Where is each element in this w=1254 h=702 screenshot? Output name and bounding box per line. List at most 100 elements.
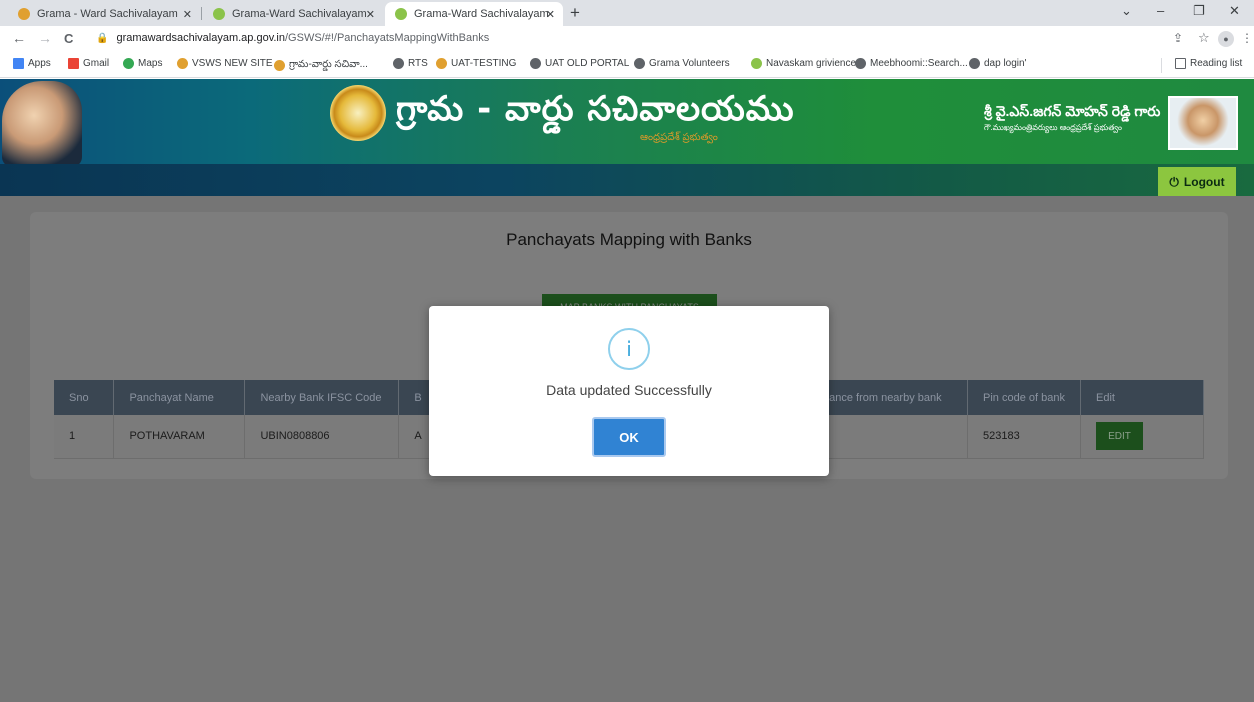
- url-host: gramawardsachivalayam.ap.gov.in: [116, 32, 285, 44]
- leader-photo: [2, 81, 82, 167]
- bookmark-uat-old-portal[interactable]: UAT OLD PORTAL: [530, 58, 629, 69]
- close-tab-icon[interactable]: ✕: [183, 8, 192, 21]
- bookmark-grama-volunteers[interactable]: Grama Volunteers: [634, 58, 730, 69]
- column-header-edit: Edit: [1080, 380, 1205, 415]
- site-header: గ్రామ - వార్డు సచివాలయము ఆంధ్రప్రదేశ్ ప్…: [0, 79, 1254, 196]
- info-icon: i: [608, 328, 650, 370]
- bookmark-vsws-new-site[interactable]: VSWS NEW SITE: [177, 58, 273, 69]
- power-icon: ⏻: [1169, 174, 1179, 189]
- globe-icon: [634, 58, 645, 69]
- reading-list-icon: [1175, 58, 1186, 69]
- back-button[interactable]: ←: [12, 30, 26, 46]
- close-tab-icon[interactable]: ✕: [546, 8, 555, 21]
- success-dialog: i Data updated Successfully OK: [429, 306, 829, 476]
- column-header-pincode: Pin code of bank: [967, 380, 1081, 415]
- close-tab-icon[interactable]: ✕: [366, 8, 375, 21]
- tab-search-icon[interactable]: ⌄: [1121, 3, 1132, 19]
- reading-list-button[interactable]: Reading list: [1175, 58, 1242, 69]
- cm-designation: గౌ.ముఖ్యమంత్రివర్యులు ఆంధ్రప్రదేశ్ ప్రభు…: [984, 123, 1122, 132]
- globe-icon: [393, 58, 404, 69]
- bookmark-label: VSWS NEW SITE: [192, 58, 273, 69]
- bookmark-star-icon[interactable]: ☆: [1198, 30, 1210, 46]
- site-subtitle: ఆంధ్రప్రదేశ్ ప్రభుత్వం: [640, 132, 718, 143]
- site-favicon-icon: [177, 58, 188, 69]
- ap-emblem-logo: [330, 85, 386, 141]
- maximize-button[interactable]: ❐: [1193, 3, 1205, 19]
- bookmark-label: UAT-TESTING: [451, 58, 517, 69]
- site-favicon-icon: [213, 8, 225, 20]
- site-title: గ్రామ - వార్డు సచివాలయము: [396, 89, 795, 129]
- reload-button[interactable]: C: [64, 31, 73, 46]
- cell-sno: 1: [54, 415, 115, 459]
- bookmark-label: Grama Volunteers: [649, 58, 730, 69]
- dialog-message: Data updated Successfully: [546, 382, 712, 398]
- url-path: /GSWS/#!/PanchayatsMappingWithBanks: [285, 32, 490, 44]
- bookmark-label: గ్రామ-వార్డు సచివా...: [289, 59, 368, 70]
- cell-ifsc: UBIN0808806: [244, 415, 400, 459]
- page-title: Panchayats Mapping with Banks: [506, 230, 752, 249]
- reading-list-label: Reading list: [1190, 58, 1243, 69]
- site-favicon-icon: [18, 8, 30, 20]
- cell-pincode: 523183: [967, 415, 1081, 459]
- site-favicon-icon: [436, 58, 447, 69]
- cm-photo: [1168, 96, 1238, 150]
- tab-title: Grama-Ward Sachivalayam: [414, 8, 549, 20]
- cell-panchayat-name: POTHAVARAM: [113, 415, 246, 459]
- edit-button[interactable]: EDIT: [1095, 422, 1143, 451]
- tab-separator: [201, 7, 202, 20]
- close-window-button[interactable]: ✕: [1229, 3, 1240, 19]
- bookmark-grama-ward-telugu[interactable]: గ్రామ-వార్డు సచివా...: [274, 58, 368, 72]
- share-icon[interactable]: ⇪: [1173, 31, 1183, 45]
- logout-label: Logout: [1183, 175, 1225, 189]
- bookmark-dap-login[interactable]: dap login': [969, 58, 1027, 69]
- site-favicon-icon: [751, 58, 762, 69]
- url-field[interactable]: 🔒 gramawardsachivalayam.ap.gov.in/GSWS/#!…: [96, 32, 489, 44]
- bookmark-uat-testing[interactable]: UAT-TESTING: [436, 58, 516, 69]
- lock-icon: 🔒: [96, 33, 109, 44]
- bookmark-label: Meebhoomi::Search...: [870, 58, 968, 69]
- bookmark-label: RTS: [408, 58, 428, 69]
- bookmark-rts[interactable]: RTS: [393, 58, 428, 69]
- browser-menu-icon[interactable]: ⋮: [1241, 31, 1253, 45]
- bookmark-meebhoomi[interactable]: Meebhoomi::Search...: [855, 58, 968, 69]
- new-tab-button[interactable]: +: [570, 3, 580, 23]
- cm-name: శ్రీ వై.ఎస్.జగన్ మోహన్ రెడ్డి గారు: [984, 103, 1161, 119]
- header-band: [0, 164, 1254, 196]
- site-favicon-icon: [274, 59, 285, 71]
- cell-distance: [813, 415, 969, 459]
- browser-tab-2[interactable]: Grama-Ward Sachivalayam ✕: [203, 2, 383, 26]
- site-favicon-icon: [395, 8, 407, 20]
- forward-button[interactable]: →: [38, 30, 52, 46]
- bookmark-navaskam-grivience[interactable]: Navaskam grivience: [751, 58, 856, 69]
- bookmark-label: Maps: [138, 58, 163, 69]
- bookmark-label: Gmail: [83, 58, 110, 69]
- cell-edit: EDIT: [1080, 415, 1205, 459]
- column-header-ifsc: Nearby Bank IFSC Code: [244, 380, 400, 415]
- apps-grid-icon: [13, 58, 24, 69]
- bookmark-label: Navaskam grivience: [766, 58, 857, 69]
- column-header-sno: Sno: [54, 380, 115, 415]
- column-header-distance: ance from nearby bank: [813, 380, 969, 415]
- bookmark-apps[interactable]: Apps: [13, 58, 51, 69]
- column-header-panchayat-name: Panchayat Name: [113, 380, 246, 415]
- gmail-icon: [68, 58, 79, 69]
- bookmarks-bar: Apps Gmail Maps VSWS NEW SITE గ్రామ-వార్…: [0, 52, 1254, 78]
- browser-tab-1[interactable]: Grama - Ward Sachivalayam ✕: [8, 2, 200, 26]
- tab-title: Grama - Ward Sachivalayam: [37, 8, 178, 20]
- address-bar-row: ← → C 🔒 gramawardsachivalayam.ap.gov.in/G…: [0, 26, 1254, 52]
- minimize-button[interactable]: –: [1157, 3, 1164, 18]
- bookmark-label: dap login': [984, 58, 1027, 69]
- globe-icon: [530, 58, 541, 69]
- logout-button[interactable]: ⏻ Logout: [1158, 167, 1236, 197]
- browser-tab-bar: Grama - Ward Sachivalayam ✕ Grama-Ward S…: [0, 0, 1254, 26]
- profile-avatar-icon[interactable]: ●: [1218, 31, 1234, 47]
- browser-tab-3-active[interactable]: Grama-Ward Sachivalayam ✕: [385, 2, 563, 26]
- ok-button[interactable]: OK: [592, 417, 666, 457]
- maps-icon: [123, 58, 134, 69]
- bookmark-gmail[interactable]: Gmail: [68, 58, 109, 69]
- bookmarks-separator: [1161, 58, 1162, 73]
- globe-icon: [969, 58, 980, 69]
- tab-title: Grama-Ward Sachivalayam: [232, 8, 367, 20]
- bookmark-label: Apps: [28, 58, 51, 69]
- bookmark-maps[interactable]: Maps: [123, 58, 162, 69]
